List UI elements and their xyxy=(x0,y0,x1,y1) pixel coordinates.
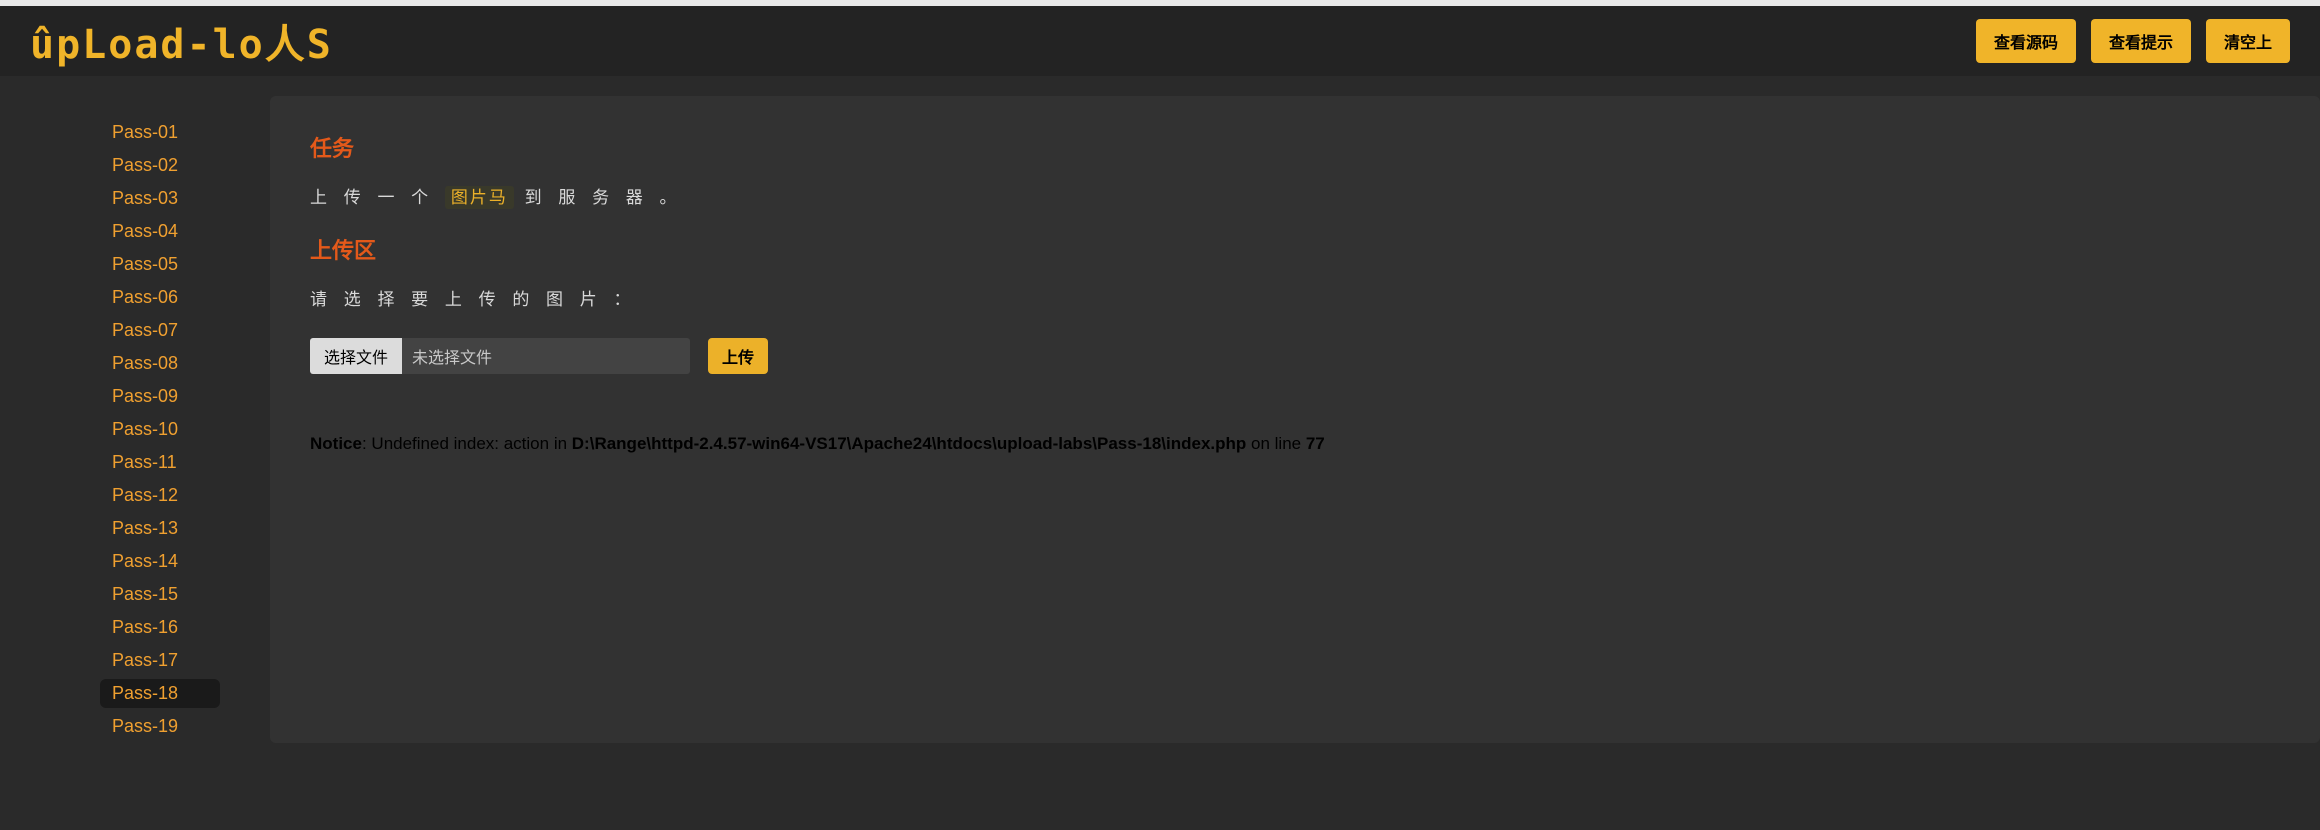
sidebar-item-pass-16[interactable]: Pass-16 xyxy=(100,613,220,642)
sidebar-item-pass-4[interactable]: Pass-04 xyxy=(100,217,220,246)
notice-message: : Undefined index: action in xyxy=(362,434,572,453)
sidebar-item-pass-1[interactable]: Pass-01 xyxy=(100,118,220,147)
view-source-button[interactable]: 查看源码 xyxy=(1976,19,2076,63)
notice-label: Notice xyxy=(310,434,362,453)
clear-button[interactable]: 清空上 xyxy=(2206,19,2290,63)
sidebar-item-pass-8[interactable]: Pass-08 xyxy=(100,349,220,378)
notice-path: D:\Range\httpd-2.4.57-win64-VS17\Apache2… xyxy=(572,434,1247,453)
sidebar-item-pass-18[interactable]: Pass-18 xyxy=(100,679,220,708)
upload-row: 选择文件 未选择文件 上传 xyxy=(310,338,2280,374)
main-layout: Pass-01 Pass-02 Pass-03 Pass-04 Pass-05 Pass-… xyxy=(0,76,2320,743)
notice-on-line: on line xyxy=(1246,434,1306,453)
sidebar-item-pass-2[interactable]: Pass-02 xyxy=(100,151,220,180)
sidebar-item-pass-11[interactable]: Pass-11 xyxy=(100,448,220,477)
upload-prompt: 请 选 择 要 上 传 的 图 片 ： xyxy=(310,285,2280,310)
sidebar-item-pass-6[interactable]: Pass-06 xyxy=(100,283,220,312)
sidebar-item-pass-10[interactable]: Pass-10 xyxy=(100,415,220,444)
sidebar-item-pass-7[interactable]: Pass-07 xyxy=(100,316,220,345)
sidebar-item-pass-13[interactable]: Pass-13 xyxy=(100,514,220,543)
choose-file-button[interactable]: 选择文件 xyxy=(310,338,402,374)
sidebar-item-pass-15[interactable]: Pass-15 xyxy=(100,580,220,609)
sidebar-item-pass-12[interactable]: Pass-12 xyxy=(100,481,220,510)
notice-line-number: 77 xyxy=(1306,434,1325,453)
task-title: 任务 xyxy=(310,131,2280,163)
task-highlight: 图片马 xyxy=(445,186,514,209)
task-description: 上 传 一 个 图片马 到 服 务 器 。 xyxy=(310,183,2280,208)
task-suffix: 到 服 务 器 。 xyxy=(525,188,683,207)
sidebar-item-pass-9[interactable]: Pass-09 xyxy=(100,382,220,411)
sidebar-item-pass-17[interactable]: Pass-17 xyxy=(100,646,220,675)
sidebar: Pass-01 Pass-02 Pass-03 Pass-04 Pass-05 Pass-… xyxy=(0,96,260,743)
content-panel: 任务 上 传 一 个 图片马 到 服 务 器 。 上传区 请 选 择 要 上 传… xyxy=(270,96,2320,743)
upload-submit-button[interactable]: 上传 xyxy=(708,338,768,374)
sidebar-item-pass-3[interactable]: Pass-03 xyxy=(100,184,220,213)
upload-title: 上传区 xyxy=(310,233,2280,265)
file-input[interactable]: 选择文件 未选择文件 xyxy=(310,338,690,374)
view-hint-button[interactable]: 查看提示 xyxy=(2091,19,2191,63)
sidebar-item-pass-19[interactable]: Pass-19 xyxy=(100,712,220,741)
header: ûpLoad-lo人S 查看源码 查看提示 清空上 xyxy=(0,6,2320,76)
file-status-text: 未选择文件 xyxy=(402,338,690,374)
header-buttons: 查看源码 查看提示 清空上 xyxy=(1976,19,2290,63)
php-notice: Notice: Undefined index: action in D:\Ra… xyxy=(310,434,2280,454)
logo: ûpLoad-lo人S xyxy=(30,12,333,70)
task-prefix: 上 传 一 个 xyxy=(310,188,434,207)
sidebar-item-pass-5[interactable]: Pass-05 xyxy=(100,250,220,279)
sidebar-item-pass-14[interactable]: Pass-14 xyxy=(100,547,220,576)
